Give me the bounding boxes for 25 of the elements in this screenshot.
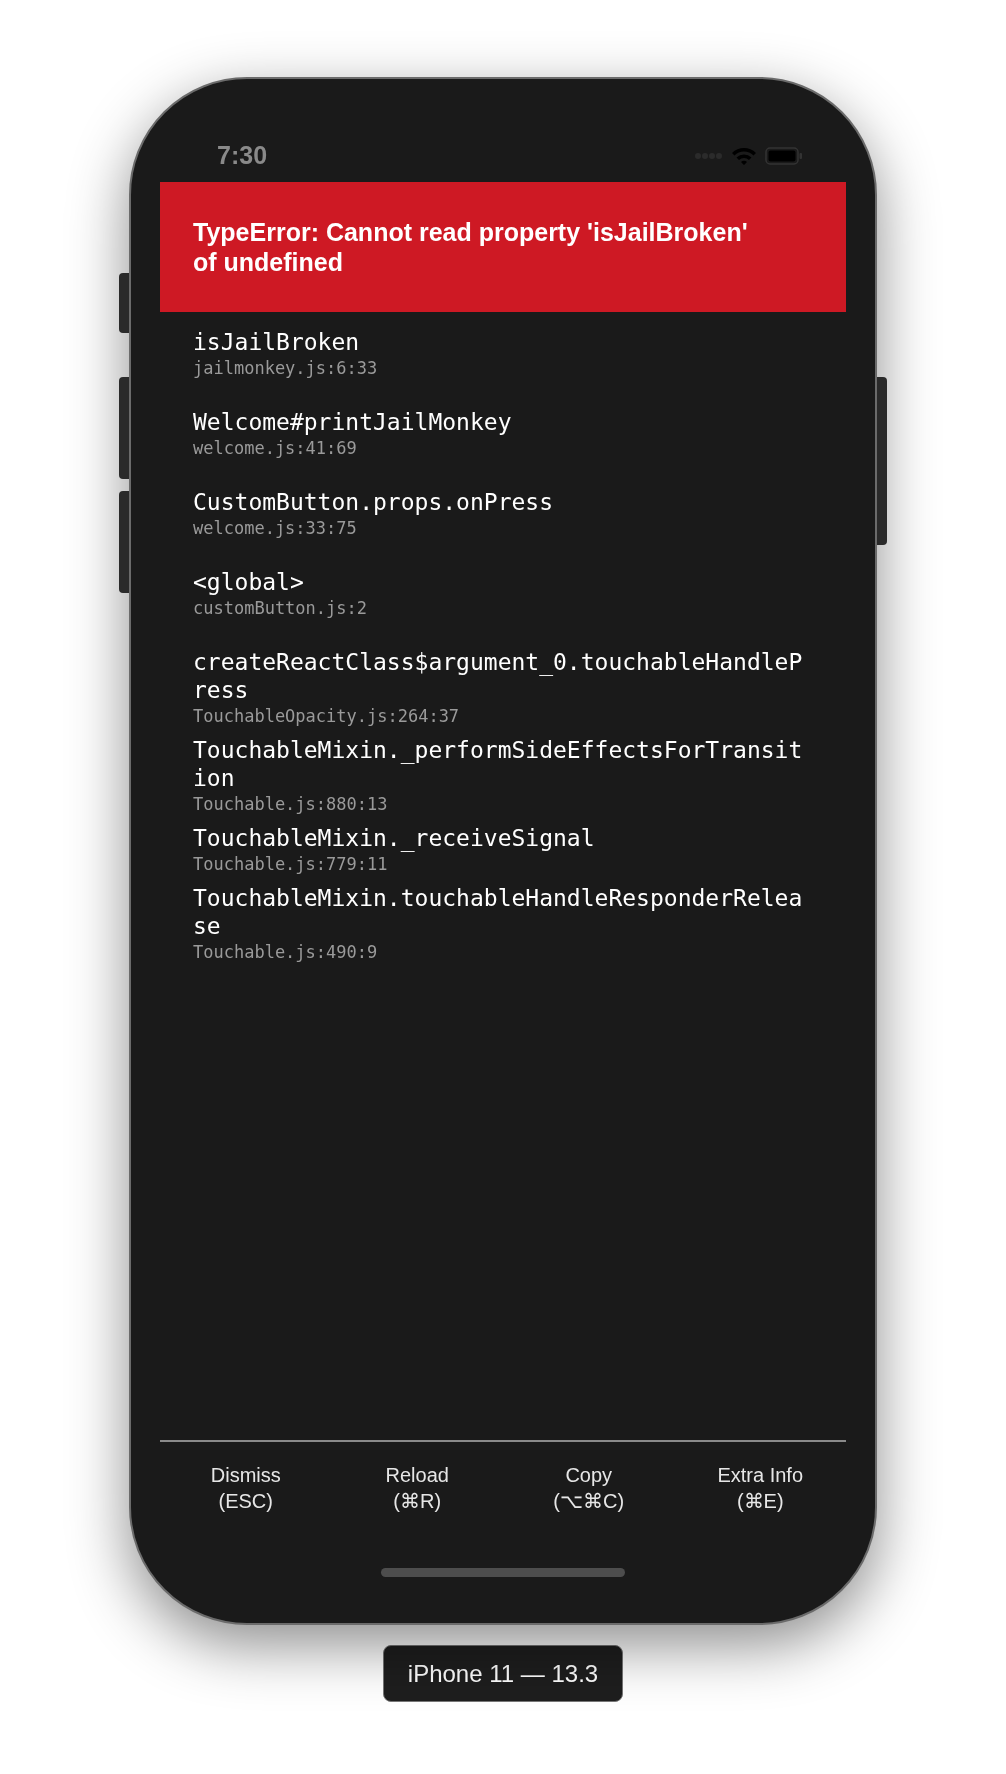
stack-frame-method: CustomButton.props.onPress [193,488,555,516]
stack-frame-location: TouchableOpacity.js:264:37 [193,705,460,728]
stack-frame-method: TouchableMixin._performSideEffectsForTransition [193,736,804,792]
stack-frame-location: Touchable.js:880:13 [193,793,388,816]
wifi-icon [731,145,757,166]
stack-frame-location: customButton.js:2 [193,597,367,620]
status-time: 7:30 [217,139,268,171]
stack-frame-method: Welcome#printJailMonkey [193,408,513,436]
stack-frame-method: isJailBroken [193,328,361,356]
action-button[interactable]: Extra Info (⌘E) [717,1462,804,1514]
stack-frame-location: welcome.js:33:75 [193,517,357,540]
stack-frame-method: TouchableMixin._receiveSignal [193,824,596,852]
stack-frame-location: Touchable.js:779:11 [193,853,388,876]
stack-frame-location: jailmonkey.js:6:33 [193,357,378,380]
action-button[interactable]: Copy (⌥⌘C) [553,1462,625,1514]
stack-frame-method: <global> [193,568,305,596]
action-button[interactable]: Dismiss (ESC) [210,1462,281,1514]
error-message: TypeError: Cannot read property 'isJailBroken' of undefined [193,217,749,277]
stack-frame-method: createReactClass$argument_0.touchableHandlePress [193,648,804,704]
stack-frame-method: TouchableMixin.touchableHandleResponderRelease [193,884,804,940]
device-label: iPhone 11 — 13.3 [382,1645,624,1702]
stack-frame-location: Touchable.js:490:9 [193,941,378,964]
action-button[interactable]: Reload (⌘R) [385,1462,449,1514]
battery-icon [765,146,803,165]
stack-frame-location: welcome.js:41:69 [193,437,357,460]
